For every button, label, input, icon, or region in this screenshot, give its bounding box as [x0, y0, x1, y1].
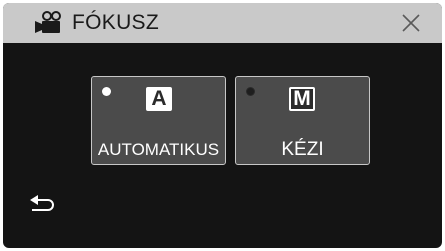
page-title: FÓKUSZ: [72, 11, 159, 34]
header-bar: FÓKUSZ: [3, 3, 442, 43]
unselected-indicator: [246, 87, 255, 96]
back-button[interactable]: [28, 194, 58, 216]
auto-focus-button[interactable]: A AUTOMATIKUS: [91, 76, 226, 165]
video-camera-icon: [35, 11, 61, 33]
selected-indicator: [102, 87, 111, 96]
auto-mode-icon: A: [146, 87, 172, 111]
manual-mode-icon: M: [289, 87, 315, 111]
manual-focus-button[interactable]: M KÉZI: [235, 76, 370, 165]
close-button[interactable]: [397, 9, 425, 37]
focus-screen: FÓKUSZ A AUTOMATIKUS M KÉZI: [3, 3, 442, 248]
back-arrow-icon: [30, 195, 54, 211]
manual-focus-label: KÉZI: [281, 139, 324, 160]
auto-focus-label: AUTOMATIKUS: [97, 140, 220, 159]
